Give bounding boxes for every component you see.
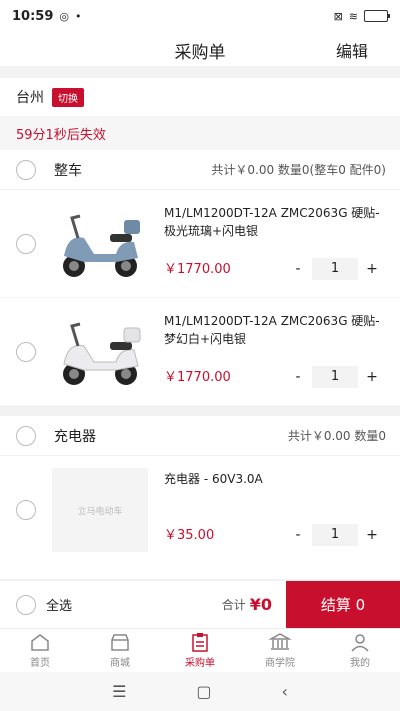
tab-label: 我的 (350, 658, 370, 669)
cart-item: M1/LM1200DT-12A ZMC2063G 硬贴-梦幻白+闪电银 ￥177… (0, 298, 400, 406)
scooter-image[interactable] (52, 310, 148, 394)
no-sim-icon: ⊠ (333, 9, 343, 23)
dot-icon: • (75, 9, 82, 23)
item-price: ￥1770.00 (164, 370, 231, 385)
quantity-stepper: - 1 + (288, 258, 382, 280)
group-select-radio[interactable] (16, 425, 36, 446)
wifi-icon: ≋ (348, 9, 358, 23)
item-name: 充电器 - 60V3.0A (164, 472, 263, 486)
quantity-field[interactable]: 1 (312, 524, 358, 546)
product-placeholder-image[interactable]: 立马电动车 (52, 468, 148, 552)
total-label: 合计 (221, 598, 246, 612)
tab-bar: 首页 商城 采购单 商学院 我的 (0, 628, 400, 672)
item-select-radio[interactable] (16, 342, 36, 362)
back-icon[interactable]: ‹ (282, 682, 288, 701)
checkout-bar: 全选 合计 ¥0 结算 0 (0, 580, 400, 629)
home-button-icon[interactable]: ▢ (196, 682, 211, 701)
tab-purchase-order[interactable]: 采购单 (160, 629, 240, 672)
item-price: ￥1770.00 (164, 262, 231, 277)
expiry-timer: 59分1秒后失效 (0, 116, 400, 150)
decrease-button[interactable]: - (288, 369, 308, 385)
edit-button[interactable]: 编辑 (336, 38, 368, 62)
notification-icon: ◎ (59, 9, 69, 23)
tab-home[interactable]: 首页 (0, 629, 80, 672)
system-navigation-bar: ☰ ▢ ‹ (0, 672, 400, 711)
tab-school[interactable]: 商学院 (240, 629, 320, 672)
status-bar: 10:59 ◎ • ⊠ ≋ (0, 0, 400, 32)
city-name: 台州 (16, 90, 44, 106)
decrease-button[interactable]: - (288, 261, 308, 277)
cart-item: M1/LM1200DT-12A ZMC2063G 硬贴-极光琉璃+闪电银 ￥17… (0, 190, 400, 298)
cart-item: 立马电动车 充电器 - 60V3.0A ￥35.00 - 1 + (0, 456, 400, 580)
tab-label: 商城 (110, 658, 130, 669)
status-time: 10:59 (12, 8, 54, 24)
group-header: 充电器 共计￥0.00 数量0 (0, 416, 400, 456)
user-icon (351, 634, 369, 652)
app-header: 采购单 编辑 (0, 32, 400, 66)
menu-icon[interactable]: ☰ (112, 682, 126, 701)
increase-button[interactable]: + (362, 527, 382, 543)
brand-logo: 立马电动车 (77, 506, 123, 517)
battery-icon (364, 10, 390, 22)
tab-label: 首页 (30, 658, 50, 669)
quantity-field[interactable]: 1 (312, 258, 358, 280)
increase-button[interactable]: + (362, 261, 382, 277)
group-select-radio[interactable] (16, 159, 36, 180)
school-icon (269, 633, 291, 650)
decrease-button[interactable]: - (288, 527, 308, 543)
store-icon (111, 634, 129, 651)
item-select-radio[interactable] (16, 500, 36, 520)
item-price: ￥35.00 (164, 528, 215, 543)
group-title: 充电器 (54, 428, 96, 445)
home-icon (31, 634, 49, 651)
group-title: 整车 (54, 162, 82, 179)
group-vehicles: 整车 共计￥0.00 数量0(整车0 配件0) M1/LM1200DT-12A … (0, 150, 400, 406)
scooter-image[interactable] (52, 202, 148, 286)
group-summary: 共计￥0.00 数量0 (287, 429, 386, 443)
select-all-label[interactable]: 全选 (46, 595, 72, 614)
checkout-button[interactable]: 结算 0 (286, 580, 400, 629)
group-summary: 共计￥0.00 数量0(整车0 配件0) (211, 163, 386, 177)
tab-label: 采购单 (185, 658, 215, 669)
tab-store[interactable]: 商城 (80, 629, 160, 672)
switch-city-button[interactable]: 切换 (52, 87, 84, 107)
group-header: 整车 共计￥0.00 数量0(整车0 配件0) (0, 150, 400, 190)
clipboard-icon (192, 633, 208, 652)
increase-button[interactable]: + (362, 369, 382, 385)
quantity-field[interactable]: 1 (312, 366, 358, 388)
total-value: ¥0 (249, 595, 272, 614)
item-select-radio[interactable] (16, 234, 36, 254)
tab-profile[interactable]: 我的 (320, 629, 400, 672)
quantity-stepper: - 1 + (288, 366, 382, 388)
tab-label: 商学院 (265, 658, 295, 669)
city-row: 台州 切换 (0, 78, 400, 116)
quantity-stepper: - 1 + (288, 524, 382, 546)
item-name: M1/LM1200DT-12A ZMC2063G 硬贴-梦幻白+闪电银 (164, 314, 380, 346)
group-chargers: 充电器 共计￥0.00 数量0 立马电动车 充电器 - 60V3.0A ￥35.… (0, 416, 400, 580)
item-name: M1/LM1200DT-12A ZMC2063G 硬贴-极光琉璃+闪电银 (164, 206, 380, 238)
select-all-radio[interactable] (16, 594, 36, 615)
